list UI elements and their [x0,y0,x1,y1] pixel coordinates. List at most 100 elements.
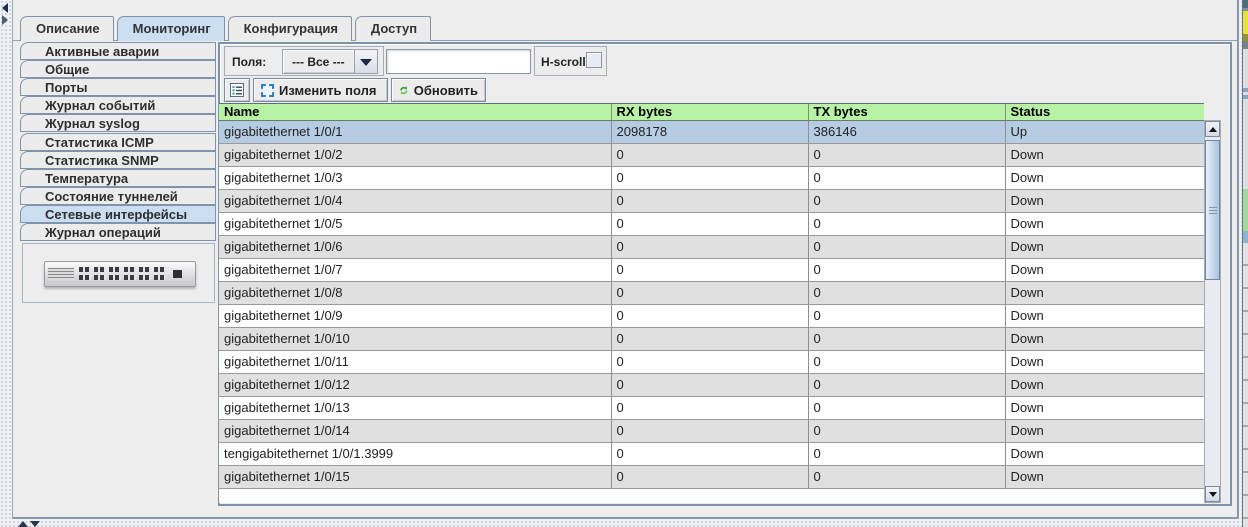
cell-status: Down [1005,166,1204,189]
cell-rx: 0 [611,235,808,258]
cell-status: Down [1005,373,1204,396]
sidebar-item-event-log[interactable]: Журнал событий [20,96,216,114]
cell-name: gigabitethernet 1/0/5 [219,212,611,235]
cell-name: gigabitethernet 1/0/1 [219,120,611,143]
table-row[interactable]: gigabitethernet 1/0/1300Down [219,396,1204,419]
table-vertical-scrollbar[interactable] [1204,120,1221,503]
sidebar-item-general[interactable]: Общие [20,60,216,78]
cell-tx: 0 [808,166,1005,189]
tab-access[interactable]: Доступ [355,16,431,41]
column-header-name[interactable]: Name [219,104,611,120]
tab-description[interactable]: Описание [20,16,114,41]
splitter-expand-icon[interactable] [2,15,8,25]
cell-status: Down [1005,281,1204,304]
cell-rx: 0 [611,350,808,373]
cell-name: gigabitethernet 1/0/4 [219,189,611,212]
table-row[interactable]: gigabitethernet 1/0/1400Down [219,419,1204,442]
refresh-label: Обновить [414,83,478,98]
cell-tx: 0 [808,373,1005,396]
cell-status: Down [1005,189,1204,212]
sidebar-item-ports[interactable]: Порты [20,78,216,96]
cell-tx: 0 [808,235,1005,258]
table-row[interactable]: gigabitethernet 1/0/1000Down [219,327,1204,350]
cell-rx: 0 [611,396,808,419]
cell-tx: 0 [808,189,1005,212]
table-row[interactable]: gigabitethernet 1/0/300Down [219,166,1204,189]
cell-status: Down [1005,258,1204,281]
switch-label-area [48,268,74,280]
selection-frame-icon [261,84,274,97]
table-row[interactable]: gigabitethernet 1/0/12098178386146Up [219,120,1204,143]
table-row[interactable]: gigabitethernet 1/0/1100Down [219,350,1204,373]
scroll-up-icon[interactable] [1205,121,1220,137]
cell-tx: 0 [808,465,1005,488]
cell-name: gigabitethernet 1/0/14 [219,419,611,442]
switch-ports-row2 [79,275,165,280]
select-columns-button[interactable] [224,78,250,102]
cell-tx: 0 [808,281,1005,304]
cell-name: gigabitethernet 1/0/10 [219,327,611,350]
table-row[interactable]: gigabitethernet 1/0/700Down [219,258,1204,281]
switch-device-image [44,252,196,294]
table-row[interactable]: tengigabitethernet 1/0/1.399900Down [219,442,1204,465]
refresh-button[interactable]: Обновить [391,78,486,102]
sidebar: Активные аварииОбщиеПортыЖурнал событийЖ… [20,42,216,242]
table-row[interactable]: gigabitethernet 1/0/1500Down [219,465,1204,488]
table-row[interactable]: gigabitethernet 1/0/800Down [219,281,1204,304]
cell-tx: 0 [808,442,1005,465]
sidebar-item-operations-log[interactable]: Журнал операций [20,223,216,241]
cell-status: Down [1005,350,1204,373]
table-row[interactable]: gigabitethernet 1/0/200Down [219,143,1204,166]
splitter-collapse-icon[interactable] [2,3,8,13]
scrollbar-thumb[interactable] [1205,140,1220,280]
tab-bar: ОписаниеМониторингКонфигурацияДоступ [20,16,431,41]
cell-tx: 0 [808,419,1005,442]
cell-rx: 0 [611,304,808,327]
vertical-splitter[interactable] [0,0,10,527]
sidebar-item-snmp-stats[interactable]: Статистика SNMP [20,151,216,169]
hscroll-checkbox[interactable] [586,52,602,68]
table-row[interactable]: gigabitethernet 1/0/400Down [219,189,1204,212]
cell-status: Down [1005,143,1204,166]
filter-input[interactable] [386,49,531,74]
cell-name: gigabitethernet 1/0/13 [219,396,611,419]
cell-name: gigabitethernet 1/0/15 [219,465,611,488]
bottom-splitter-down-icon[interactable] [30,521,40,527]
cell-rx: 0 [611,442,808,465]
column-header-status[interactable]: Status [1005,104,1204,120]
tab-monitoring[interactable]: Мониторинг [117,16,225,41]
sidebar-item-network-interfaces[interactable]: Сетевые интерфейсы [20,205,216,223]
cell-tx: 0 [808,258,1005,281]
table-row[interactable]: gigabitethernet 1/0/600Down [219,235,1204,258]
sidebar-item-active-alarms[interactable]: Активные аварии [20,42,216,60]
column-header-tx-bytes[interactable]: TX bytes [808,104,1005,120]
sidebar-item-temperature[interactable]: Температура [20,169,216,187]
bottom-splitter-up-icon[interactable] [18,521,28,527]
sidebar-item-syslog[interactable]: Журнал syslog [20,114,216,132]
cell-tx: 0 [808,143,1005,166]
table-row[interactable]: gigabitethernet 1/0/500Down [219,212,1204,235]
switch-uplink-port [173,270,182,278]
scroll-down-icon[interactable] [1205,486,1220,502]
cell-tx: 0 [808,396,1005,419]
switch-ports-row1 [79,267,165,272]
sidebar-item-icmp-stats[interactable]: Статистика ICMP [20,133,216,151]
fields-label: Поля: [232,55,266,69]
chevron-down-icon[interactable] [354,50,377,73]
cell-status: Down [1005,212,1204,235]
fields-select[interactable]: --- Все --- [282,49,378,74]
cell-rx: 0 [611,212,808,235]
edit-fields-label: Изменить поля [279,83,376,98]
column-header-rx-bytes[interactable]: RX bytes [611,104,808,120]
cell-rx: 2098178 [611,120,808,143]
cell-rx: 0 [611,327,808,350]
cell-name: tengigabitethernet 1/0/1.3999 [219,442,611,465]
table-row[interactable]: gigabitethernet 1/0/900Down [219,304,1204,327]
sidebar-item-tunnel-state[interactable]: Состояние туннелей [20,187,216,205]
table-row[interactable]: gigabitethernet 1/0/1200Down [219,373,1204,396]
edit-fields-button[interactable]: Изменить поля [253,78,388,102]
tab-configuration[interactable]: Конфигурация [228,16,352,41]
cell-rx: 0 [611,189,808,212]
table-header-row: NameRX bytesTX bytesStatus [219,104,1204,120]
cell-rx: 0 [611,465,808,488]
